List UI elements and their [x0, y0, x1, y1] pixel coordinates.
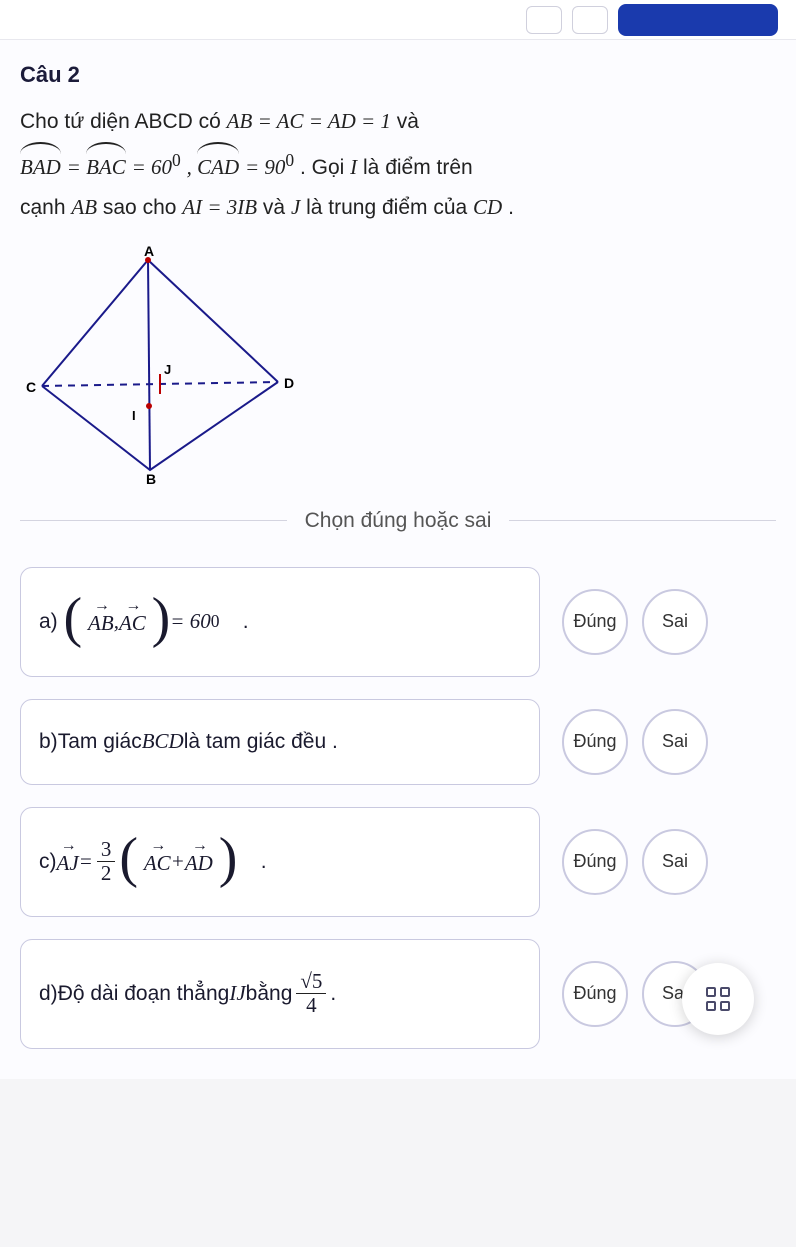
answer-row-b: b) Tam giác BCD là tam giác đều . Đúng S… [20, 699, 776, 785]
prompt-text: là điểm trên [363, 156, 473, 179]
label-J: J [164, 362, 171, 377]
text: Tam giác [58, 730, 142, 754]
prompt-text: là trung điểm của [306, 196, 473, 219]
answers-list: a) ( AB , AC ) = 600 . Đúng Sai b) Tam g… [20, 567, 776, 1049]
answer-b-false-button[interactable]: Sai [642, 709, 708, 775]
answer-a-true-button[interactable]: Đúng [562, 589, 628, 655]
angle-val-60: 60 [151, 155, 172, 179]
text: là tam giác đều . [184, 730, 338, 754]
prompt-text: và [397, 110, 419, 133]
statement-c: c) AJ = 3 2 ( AC + AD ) . [20, 807, 540, 917]
bcd: BCD [142, 729, 184, 754]
toolbar-primary-button[interactable] [618, 4, 778, 36]
deg: 0 [211, 611, 220, 632]
eq-sign: = [132, 155, 151, 179]
frac-den: 2 [97, 862, 116, 885]
instruction-text: Chọn đúng hoặc sai [287, 509, 510, 533]
dot: . [330, 982, 336, 1006]
prefix: b) [39, 730, 58, 754]
text: bằng [246, 982, 293, 1006]
statement-b: b) Tam giác BCD là tam giác đều . [20, 699, 540, 785]
prompt-text: Cho tứ diện ABCD có [20, 110, 227, 133]
degree-sup: 0 [172, 150, 181, 170]
ij: IJ [229, 981, 245, 1006]
var-CD: CD [473, 195, 502, 219]
prompt-text: sao cho [103, 196, 182, 219]
grid-icon [706, 987, 730, 1011]
vec-AJ: AJ [57, 847, 79, 876]
divider-right [509, 520, 776, 521]
label-D: D [284, 375, 294, 391]
dot: . [261, 850, 267, 874]
angle-bad: BAD [20, 142, 61, 188]
question-page: Câu 2 Cho tứ diện ABCD có AB = AC = AD =… [0, 40, 796, 1079]
answer-row-a: a) ( AB , AC ) = 600 . Đúng Sai [20, 567, 776, 677]
question-prompt: Cho tứ diện ABCD có AB = AC = AD = 1 và … [20, 102, 776, 228]
frac-den: 4 [302, 994, 321, 1017]
top-toolbar [0, 0, 796, 40]
prompt-equation-1: AB = AC = AD = 1 [227, 109, 391, 133]
divider-left [20, 520, 287, 521]
sep: , [187, 155, 198, 179]
label-C: C [26, 379, 36, 395]
answer-b-true-button[interactable]: Đúng [562, 709, 628, 775]
eq: = 60 [170, 609, 210, 634]
vec-AC: AC [144, 847, 171, 876]
statement-d: d) Độ dài đoạn thẳng IJ bằng √5 4 . [20, 939, 540, 1049]
dot: . [243, 610, 249, 634]
answer-c-true-button[interactable]: Đúng [562, 829, 628, 895]
angle-cad: CAD [197, 142, 239, 188]
frac-num: √5 [296, 970, 326, 994]
answer-a-false-button[interactable]: Sai [642, 589, 708, 655]
prompt-text: và [263, 196, 291, 219]
eq: = [79, 849, 93, 874]
answer-row-c: c) AJ = 3 2 ( AC + AD ) . Đúng Sai [20, 807, 776, 917]
text: Độ dài đoạn thẳng [58, 982, 230, 1006]
label-A: A [144, 246, 154, 259]
eq-sign: = [67, 155, 86, 179]
eq-sign: = [245, 155, 264, 179]
toolbar-button-2[interactable] [572, 6, 608, 34]
tetrahedron-figure: A B C D I J [20, 246, 776, 491]
prompt-text: . [508, 196, 514, 219]
answer-d-true-button[interactable]: Đúng [562, 961, 628, 1027]
answer-c-false-button[interactable]: Sai [642, 829, 708, 895]
question-label: Câu 2 [20, 62, 776, 88]
label-B: B [146, 471, 156, 486]
frac-num: 3 [97, 838, 116, 862]
prefix: a) [39, 610, 58, 634]
instruction-row: Chọn đúng hoặc sai [20, 509, 776, 533]
prompt-text: . Gọi [300, 156, 350, 179]
vec-AB: AB [88, 607, 114, 636]
prefix: d) [39, 982, 58, 1006]
label-I: I [132, 408, 136, 423]
var-J: J [291, 195, 300, 219]
prompt-text: cạnh [20, 196, 71, 219]
angle-bac: BAC [86, 142, 126, 188]
angle-val-90: 90 [264, 155, 285, 179]
frac-sqrt5-4: √5 4 [296, 970, 326, 1017]
prompt-equation-2: AI = 3IB [182, 195, 257, 219]
frac-3-2: 3 2 [97, 838, 116, 885]
answer-row-d: d) Độ dài đoạn thẳng IJ bằng √5 4 . Đúng… [20, 939, 776, 1049]
plus: + [171, 849, 185, 874]
var-AB: AB [71, 195, 97, 219]
grid-fab-button[interactable] [682, 963, 754, 1035]
statement-a: a) ( AB , AC ) = 600 . [20, 567, 540, 677]
degree-sup: 0 [285, 150, 294, 170]
prefix: c) [39, 850, 57, 874]
var-I: I [350, 155, 357, 179]
toolbar-button-1[interactable] [526, 6, 562, 34]
vec-AD: AD [185, 847, 213, 876]
vec-AC: AC [119, 607, 146, 636]
